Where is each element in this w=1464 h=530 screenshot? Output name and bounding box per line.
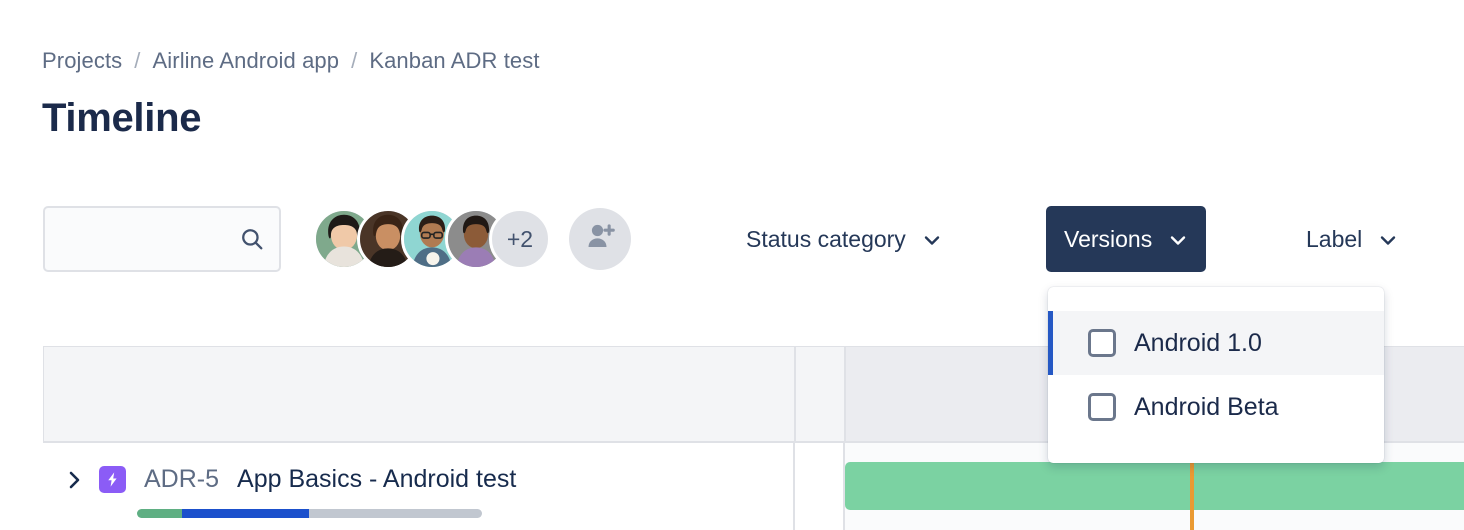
today-marker-line <box>1190 455 1194 530</box>
issue-key[interactable]: ADR-5 <box>144 465 219 494</box>
breadcrumb-separator: / <box>351 48 358 73</box>
chevron-down-icon <box>1168 229 1188 249</box>
filter-status-category-label: Status category <box>746 225 906 252</box>
breadcrumb: Projects / Airline Android app / Kanban … <box>42 48 540 74</box>
progress-segment-in-progress <box>181 509 310 518</box>
filter-versions-label: Versions <box>1064 225 1153 252</box>
epic-icon <box>99 466 126 493</box>
breadcrumb-item-projects[interactable]: Projects <box>42 48 122 74</box>
avatar-overflow-count[interactable]: +2 <box>489 208 551 270</box>
column-divider <box>844 347 846 441</box>
search-icon <box>239 226 265 252</box>
dropdown-option-label: Android Beta <box>1134 392 1279 421</box>
column-divider <box>793 443 795 530</box>
progress-segment-done <box>137 509 182 518</box>
breadcrumb-separator: / <box>134 48 141 73</box>
chevron-down-icon <box>1378 229 1398 249</box>
filter-label-label: Label <box>1306 225 1363 252</box>
dropdown-option-android-1-0[interactable]: Android 1.0 <box>1048 311 1384 375</box>
toolbar: +2 Status category Versions Label <box>0 206 1464 276</box>
column-divider <box>794 347 796 441</box>
breadcrumb-item-board[interactable]: Kanban ADR test <box>369 48 539 74</box>
checkbox-icon[interactable] <box>1088 393 1116 421</box>
chevron-right-icon[interactable] <box>63 469 85 491</box>
filter-label[interactable]: Label <box>1288 206 1416 272</box>
issue-row-content: ADR-5 App Basics - Android test <box>63 465 516 494</box>
timeline-epic-bar[interactable] <box>845 462 1464 510</box>
avatar-group: +2 <box>313 206 631 272</box>
issue-summary[interactable]: App Basics - Android test <box>237 465 516 494</box>
filter-versions[interactable]: Versions <box>1046 206 1207 272</box>
timeline-page: Projects / Airline Android app / Kanban … <box>0 0 1464 530</box>
chevron-down-icon <box>922 229 942 249</box>
dropdown-option-android-beta[interactable]: Android Beta <box>1048 375 1384 439</box>
checkbox-icon[interactable] <box>1088 329 1116 357</box>
page-title: Timeline <box>42 96 202 140</box>
filter-status-category[interactable]: Status category <box>728 206 960 272</box>
add-person-icon <box>583 220 617 259</box>
versions-dropdown-menu: Android 1.0 Android Beta <box>1048 287 1384 463</box>
progress-segment-todo <box>309 509 482 518</box>
search-box[interactable] <box>43 206 281 272</box>
breadcrumb-item-project[interactable]: Airline Android app <box>153 48 340 74</box>
add-person-button[interactable] <box>569 208 631 270</box>
dropdown-option-label: Android 1.0 <box>1134 328 1262 357</box>
issue-progress-bar <box>137 509 482 518</box>
